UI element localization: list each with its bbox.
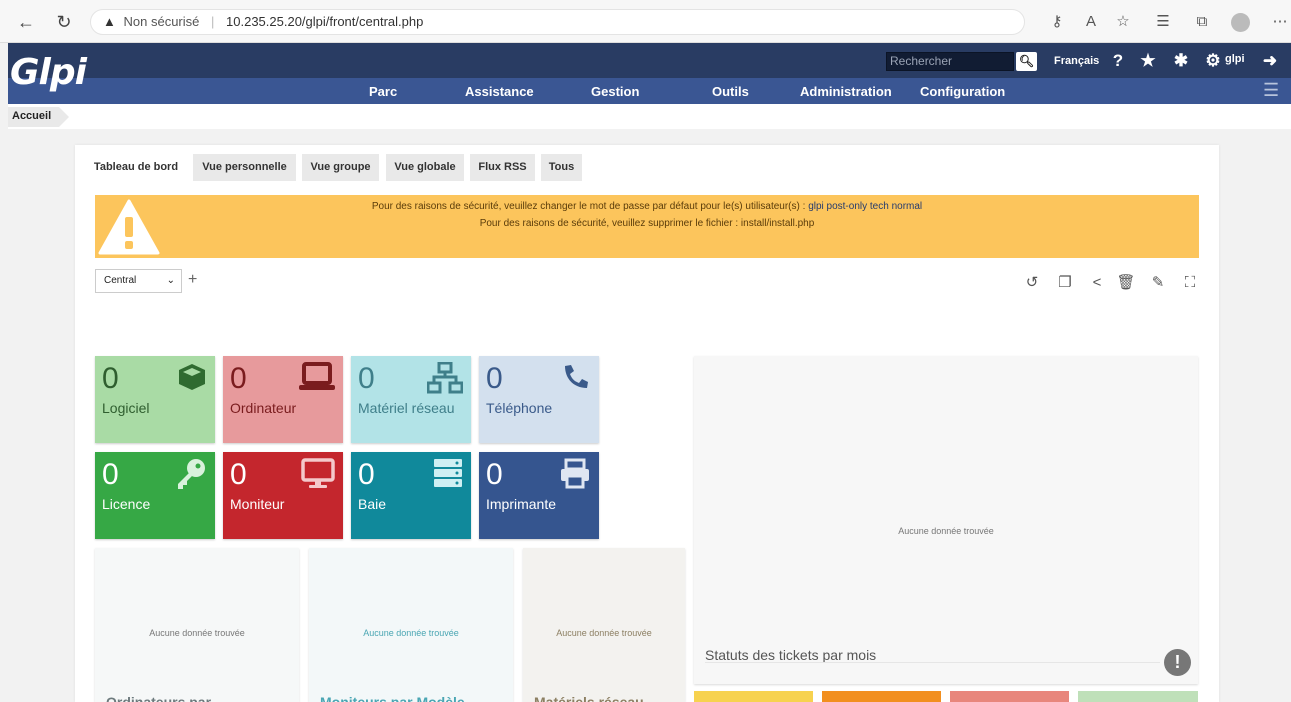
browser-toolbar: ← ↻ ▲ Non sécurisé | 10.235.25.20/glpi/f…	[0, 0, 1291, 43]
glpi-logo[interactable]: Glpi	[10, 48, 87, 98]
glpi-menu-bar	[8, 78, 1291, 104]
reload-icon[interactable]: ↻	[54, 12, 74, 32]
menu-administration[interactable]: Administration	[800, 84, 892, 99]
card-partial-3[interactable]	[950, 691, 1069, 702]
clone-icon[interactable]: ❐	[1055, 273, 1075, 293]
bug-icon[interactable]: ✱	[1170, 50, 1192, 72]
security-alert: Pour des raisons de sécurité, veuillez c…	[95, 195, 1199, 258]
fullscreen-icon[interactable]: ⛶	[1180, 273, 1200, 293]
menu-gestion[interactable]: Gestion	[591, 84, 639, 99]
tab-vue-groupe[interactable]: Vue groupe	[302, 154, 379, 181]
dashboard-select[interactable]: Central ⌄	[95, 269, 182, 293]
help-icon[interactable]: ?	[1107, 50, 1129, 72]
hamburger-icon[interactable]: ☰	[1263, 81, 1279, 99]
menu-assistance[interactable]: Assistance	[465, 84, 534, 99]
card-licence[interactable]: 0 Licence	[95, 452, 215, 539]
breadcrumb[interactable]: Accueil	[8, 107, 70, 127]
tab-tableau-de-bord[interactable]: Tableau de bord	[87, 154, 185, 181]
add-dashboard-icon[interactable]: +	[188, 271, 197, 289]
search-icon[interactable]: 🔍︎	[1016, 52, 1037, 71]
widget-moniteurs: Aucune donnée trouvée Moniteurs par Modè…	[309, 548, 513, 702]
url-text: 10.235.25.20/glpi/front/central.php	[226, 14, 424, 29]
card-moniteur[interactable]: 0 Moniteur	[223, 452, 343, 539]
server-icon	[434, 459, 462, 487]
warning-icon: ▲	[103, 14, 116, 29]
collections-icon[interactable]: ⧉	[1192, 12, 1212, 32]
card-imprimante[interactable]: 0 Imprimante	[479, 452, 599, 539]
separator: |	[211, 14, 215, 29]
user-name[interactable]: glpi	[1225, 53, 1245, 65]
favorites-icon[interactable]: ☰	[1153, 12, 1173, 32]
star-icon[interactable]: ★	[1137, 50, 1159, 72]
alert-line-2: Pour des raisons de sécurité, veuillez s…	[479, 218, 815, 229]
more-icon[interactable]: ⋯	[1270, 12, 1290, 32]
gear-icon[interactable]: ⚙	[1202, 50, 1224, 72]
menu-outils[interactable]: Outils	[712, 84, 749, 99]
alert-line-1: Pour des raisons de sécurité, veuillez c…	[371, 201, 923, 212]
language-selector[interactable]: Français	[1054, 55, 1099, 67]
profile-avatar[interactable]	[1231, 13, 1250, 32]
card-materiel-reseau[interactable]: 0 Matériel réseau	[351, 356, 471, 443]
box-icon	[179, 364, 205, 390]
edit-icon[interactable]: ✎	[1148, 273, 1168, 293]
phone-icon	[565, 365, 588, 388]
menu-parc[interactable]: Parc	[369, 84, 397, 99]
card-telephone[interactable]: 0 Téléphone	[479, 356, 599, 443]
printer-icon	[561, 458, 589, 489]
logout-icon[interactable]: ➜	[1259, 50, 1281, 72]
search-input[interactable]: Rechercher	[886, 52, 1014, 71]
share-icon[interactable]: <	[1087, 273, 1107, 293]
warning-triangle-icon	[98, 199, 160, 255]
address-bar[interactable]: ▲ Non sécurisé | 10.235.25.20/glpi/front…	[90, 9, 1025, 35]
security-label: Non sécurisé	[123, 14, 200, 29]
alert-users-link[interactable]: glpi post-only tech normal	[808, 201, 922, 212]
card-ordinateur[interactable]: 0 Ordinateur	[223, 356, 343, 443]
card-partial-1[interactable]	[694, 691, 813, 702]
monitor-icon	[301, 458, 335, 488]
widget-ordinateurs: Aucune donnée trouvée Ordinateurs par	[95, 548, 299, 702]
key-icon[interactable]: ⚷	[1047, 12, 1067, 32]
exclamation-icon: !	[1164, 649, 1191, 676]
favorite-add-icon[interactable]: ☆	[1113, 12, 1133, 32]
breadcrumb-bar	[8, 104, 1291, 129]
card-baie[interactable]: 0 Baie	[351, 452, 471, 539]
network-icon	[427, 362, 463, 394]
card-partial-2[interactable]	[822, 691, 941, 702]
widget-statuts-tickets: Aucune donnée trouvée	[694, 356, 1198, 684]
read-aloud-icon[interactable]: A	[1081, 12, 1101, 32]
laptop-icon	[299, 362, 335, 390]
key-icon	[178, 459, 205, 489]
history-icon[interactable]: ↺	[1022, 273, 1042, 293]
tab-tous[interactable]: Tous	[541, 154, 582, 181]
back-arrow-icon[interactable]: ←	[16, 12, 36, 32]
tab-flux-rss[interactable]: Flux RSS	[470, 154, 535, 181]
tab-vue-personnelle[interactable]: Vue personnelle	[193, 154, 296, 181]
divider	[705, 662, 1160, 663]
card-partial-4[interactable]	[1078, 691, 1198, 702]
chevron-down-icon: ⌄	[166, 275, 175, 286]
widget-materiels-reseau: Aucune donnée trouvée Matériels réseau	[523, 548, 685, 702]
tickets-widget-title: Statuts des tickets par mois	[705, 647, 877, 663]
tab-vue-globale[interactable]: Vue globale	[386, 154, 464, 181]
card-logiciel[interactable]: 0 Logiciel	[95, 356, 215, 443]
trash-icon[interactable]: 🗑︎	[1116, 273, 1136, 293]
menu-configuration[interactable]: Configuration	[920, 84, 1005, 99]
